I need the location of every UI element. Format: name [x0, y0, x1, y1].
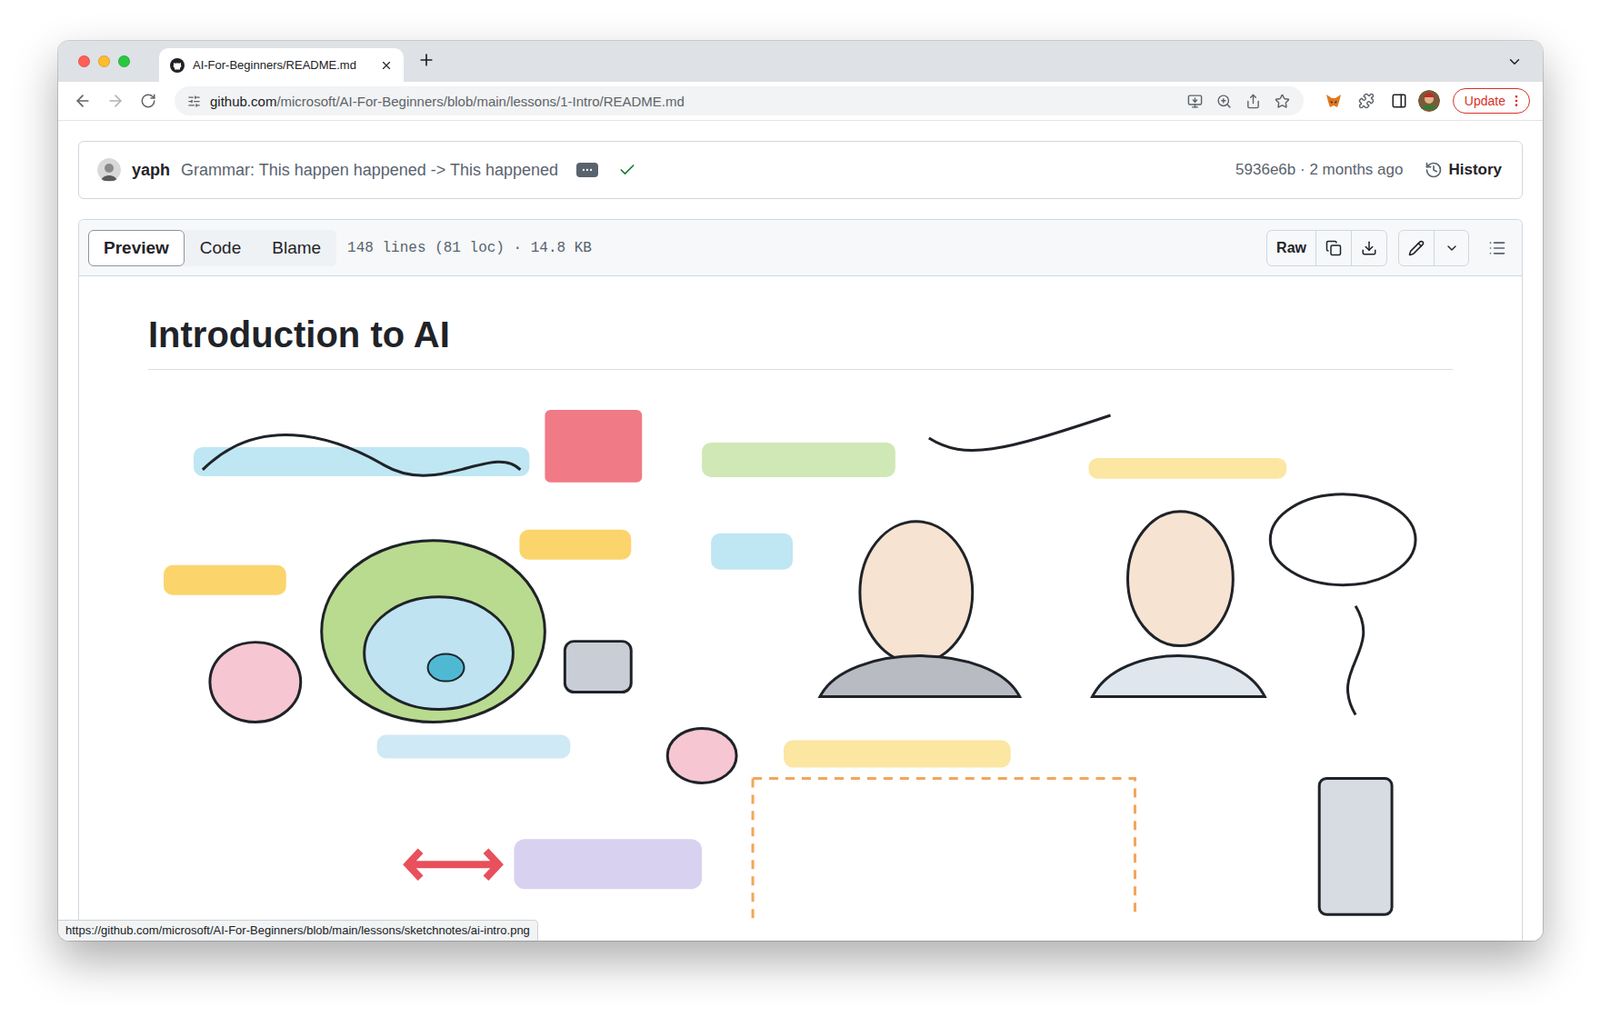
markdown-body: Introduction to AI	[79, 276, 1522, 941]
outline-button[interactable]	[1483, 234, 1511, 262]
back-button[interactable]	[69, 87, 97, 115]
extensions-button[interactable]	[1352, 87, 1380, 115]
chevron-down-icon	[1506, 53, 1523, 70]
sketchnote	[148, 397, 1453, 941]
forward-button[interactable]	[101, 87, 130, 115]
browser-tab[interactable]: AI-For-Beginners/README.md	[159, 48, 404, 82]
address-bar-actions	[1183, 89, 1295, 113]
address-bar[interactable]: github.com/microsoft/AI-For-Beginners/bl…	[174, 86, 1304, 116]
check-icon	[618, 160, 637, 180]
browser-toolbar: github.com/microsoft/AI-For-Beginners/bl…	[58, 81, 1543, 121]
ellipsis-icon	[580, 163, 594, 177]
raw-actions: Raw	[1266, 230, 1388, 267]
download-button[interactable]	[1350, 230, 1387, 266]
arrow-right-icon	[106, 91, 125, 110]
browser-window: AI-For-Beginners/README.md github.com/mic…	[58, 40, 1543, 941]
commit-status[interactable]	[618, 160, 637, 180]
copy-icon	[1325, 240, 1342, 257]
share-icon	[1245, 93, 1261, 110]
close-icon	[380, 59, 393, 72]
chevron-down-icon	[1444, 240, 1460, 256]
puzzle-icon	[1358, 92, 1375, 110]
zoom-button[interactable]	[1212, 89, 1237, 113]
site-settings-icon[interactable]	[187, 94, 201, 109]
url-text: github.com/microsoft/AI-For-Beginners/bl…	[210, 93, 1175, 110]
tab-bar: AI-For-Beginners/README.md	[58, 40, 1543, 82]
github-logo-icon	[170, 58, 185, 73]
arrow-left-icon	[73, 91, 92, 110]
more-vertical-icon	[1509, 93, 1524, 109]
history-button[interactable]: History	[1424, 160, 1502, 180]
download-icon	[1360, 240, 1378, 257]
commit-meta[interactable]: 5936e6b · 2 months ago	[1235, 160, 1403, 180]
copy-button[interactable]	[1315, 230, 1351, 266]
page-content: yaph Grammar: This happen happened -> Thi…	[58, 120, 1543, 941]
list-icon	[1488, 239, 1507, 258]
link-status-tooltip: https://github.com/microsoft/AI-For-Begi…	[58, 920, 539, 941]
install-button[interactable]	[1183, 89, 1208, 113]
pencil-icon	[1408, 240, 1425, 257]
sketchnote-image[interactable]	[148, 397, 1453, 941]
expand-commit-button[interactable]	[576, 162, 599, 178]
edit-menu-button[interactable]	[1433, 230, 1469, 266]
close-window-button[interactable]	[78, 55, 90, 68]
zoom-icon	[1216, 93, 1232, 110]
minimize-window-button[interactable]	[98, 55, 110, 68]
document-heading: Introduction to AI	[148, 312, 1453, 370]
edit-button[interactable]	[1399, 230, 1434, 266]
view-tab[interactable]: Preview	[88, 230, 185, 267]
desktop: AI-For-Beginners/README.md github.com/mic…	[0, 0, 1600, 1017]
file-header: PreviewCodeBlame 148 lines (81 loc) · 14.…	[79, 220, 1522, 277]
latest-commit-bar: yaph Grammar: This happen happened -> Thi…	[78, 140, 1523, 200]
close-tab-button[interactable]	[378, 57, 395, 74]
view-tab[interactable]: Code	[184, 230, 257, 267]
reload-button[interactable]	[134, 87, 162, 115]
side-panel-icon	[1390, 92, 1408, 110]
profile-avatar[interactable]	[1418, 90, 1440, 112]
author-avatar[interactable]	[97, 158, 121, 182]
tab-title: AI-For-Beginners/README.md	[192, 58, 370, 72]
tab-search-button[interactable]	[1500, 48, 1529, 76]
file-info: 148 lines (81 loc) · 14.8 KB	[347, 240, 592, 257]
side-panel-button[interactable]	[1385, 87, 1413, 115]
file-viewer: PreviewCodeBlame 148 lines (81 loc) · 14.…	[78, 219, 1523, 941]
zoom-window-button[interactable]	[118, 55, 130, 68]
view-switcher: PreviewCodeBlame	[88, 230, 337, 267]
update-button[interactable]: Update	[1452, 88, 1530, 114]
author-photo-icon	[97, 158, 121, 182]
commit-author[interactable]: yaph	[131, 160, 170, 180]
install-icon	[1187, 93, 1203, 110]
reload-icon	[140, 92, 157, 110]
edit-actions	[1398, 230, 1470, 267]
star-icon	[1274, 93, 1290, 110]
plus-icon	[417, 50, 436, 70]
history-icon	[1424, 160, 1443, 180]
fox-extension-icon[interactable]	[1324, 91, 1343, 110]
extensions	[1320, 87, 1440, 115]
view-tab[interactable]: Blame	[256, 230, 337, 267]
commit-message[interactable]: Grammar: This happen happened -> This ha…	[180, 160, 559, 180]
new-tab-button[interactable]	[412, 46, 440, 74]
metamask-button[interactable]	[1320, 87, 1348, 115]
share-button[interactable]	[1241, 89, 1266, 113]
bookmark-button[interactable]	[1270, 89, 1295, 113]
profile-icon	[1418, 90, 1440, 112]
window-controls	[78, 55, 130, 68]
raw-button[interactable]: Raw	[1267, 230, 1316, 266]
